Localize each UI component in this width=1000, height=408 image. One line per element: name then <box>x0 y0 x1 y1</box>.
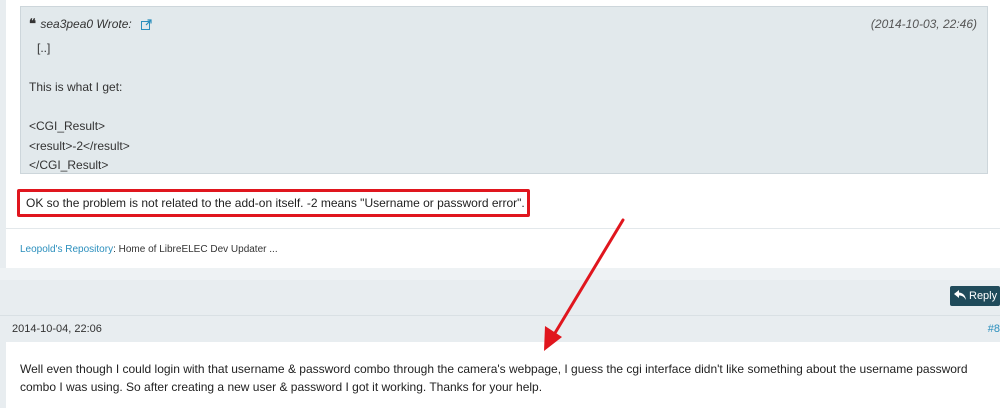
post-message: Well even though I could login with that… <box>20 362 968 394</box>
quote-line <box>29 98 977 118</box>
reply-button[interactable]: Reply <box>950 286 1000 306</box>
quote-line: <CGI_Result> <box>29 119 106 133</box>
signature-divider <box>6 228 1000 229</box>
reply-label: Reply <box>969 290 998 302</box>
signature-text: : Home of LibreELEC Dev Updater ... <box>113 244 278 255</box>
signature-link[interactable]: Leopold's Repository <box>20 244 113 255</box>
quote-line: [..] <box>37 41 51 55</box>
quote-block: ❝ sea3pea0 Wrote: (2014-10-03, 22:46) [.… <box>20 6 988 174</box>
external-link-icon[interactable] <box>141 19 152 33</box>
quote-date: (2014-10-03, 22:46) <box>870 17 977 31</box>
quote-line: </CGI_Result> <box>29 158 109 172</box>
quote-header: ❝ sea3pea0 Wrote: (2014-10-03, 22:46) <box>29 17 977 33</box>
signature: Leopold's Repository: Home of LibreELEC … <box>20 244 278 255</box>
post-previous: ❝ sea3pea0 Wrote: (2014-10-03, 22:46) [.… <box>6 0 1000 268</box>
post-separator <box>0 268 1000 280</box>
post-actions-bar: Reply <box>0 280 1000 310</box>
post-content: Well even though I could login with that… <box>6 342 1000 408</box>
quote-line: <result>-2</result> <box>29 138 130 153</box>
post-number-link[interactable]: #8 <box>988 323 1000 335</box>
quote-line <box>29 59 977 79</box>
quote-author: sea3pea0 Wrote: <box>40 17 132 31</box>
post-header: 2014-10-04, 22:06 #8 <box>0 315 1000 342</box>
quote-line: This is what I get: <box>29 80 123 94</box>
highlighted-reply-text: OK so the problem is not related to the … <box>17 189 530 217</box>
reply-icon <box>954 287 966 300</box>
quote-body: [..] This is what I get: <CGI_Result> <r… <box>29 39 977 176</box>
post-date: 2014-10-04, 22:06 <box>12 323 102 335</box>
quote-mark-icon: ❝ <box>29 17 36 32</box>
